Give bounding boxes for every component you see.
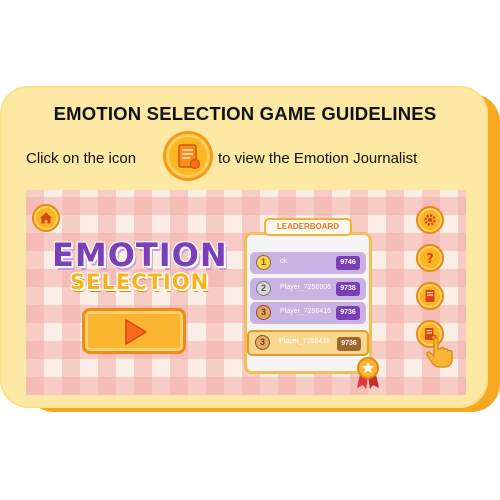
rank-badge: 2 (256, 281, 271, 296)
player-name: Player_7256416 (279, 338, 330, 345)
pointer-hand-icon (426, 337, 453, 368)
home-icon[interactable] (32, 204, 60, 232)
rank-badge: 1 (256, 255, 271, 270)
rank-badge: 3 (255, 335, 270, 350)
play-icon (125, 319, 147, 345)
player-name: Player_7256416 (280, 308, 331, 315)
player-score: 9738 (336, 282, 360, 296)
player-score: 9736 (337, 337, 361, 351)
play-button[interactable] (82, 308, 186, 354)
instruction-before: Click on the icon (26, 150, 137, 167)
journal-icon (163, 131, 213, 181)
current-player-row: 3 Player_7256416 9736 (247, 330, 369, 356)
journal-icon[interactable] (416, 282, 444, 310)
logo-selection: SELECTION (70, 270, 210, 294)
medal-icon (357, 357, 379, 389)
game-screen: EMOTION SELECTION LEADERBOARD 1 ok 9746 … (26, 190, 466, 395)
player-score: 9746 (336, 256, 360, 270)
leaderboard-row: 2 Player_7256906 9738 (250, 278, 366, 300)
guide-title: EMOTION SELECTION GAME GUIDELINES (53, 103, 437, 124)
leaderboard-title: LEADERBOARD (264, 218, 352, 236)
settings-icon[interactable] (416, 206, 444, 234)
leaderboard-row: 3 Player_7256416 9736 (250, 302, 366, 324)
rank-badge: 3 (256, 305, 271, 320)
leaderboard-row: 1 ok 9746 (250, 252, 366, 274)
svg-text:?: ? (426, 252, 434, 265)
player-name: ok (280, 258, 288, 265)
logo-emotion: EMOTION (52, 236, 228, 274)
player-name: Player_7256906 (280, 284, 331, 291)
help-icon[interactable]: ? (416, 244, 444, 272)
player-score: 9736 (336, 306, 360, 320)
instruction-after: to view the Emotion Journalist (218, 150, 418, 167)
